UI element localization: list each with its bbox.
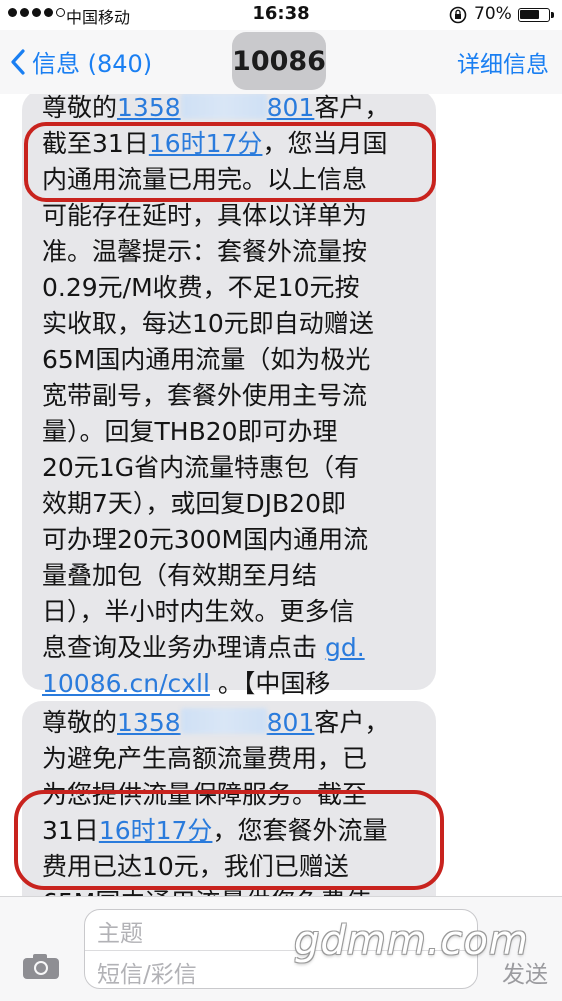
camera-icon[interactable] bbox=[22, 952, 60, 980]
message-line: 量叠加包（有效期至月结 bbox=[42, 561, 318, 590]
message-line: 0.29元/M收费，不足10元按 bbox=[42, 273, 360, 302]
message-line: 为避免产生高额流量费用，已 bbox=[42, 744, 368, 773]
message-line: 宽带副号，套餐外使用主号流 bbox=[42, 381, 368, 410]
rotation-lock-icon bbox=[449, 6, 467, 24]
message-line: 65M国内通用流量供您免费使 bbox=[42, 885, 418, 896]
redacted-number bbox=[180, 708, 267, 734]
url-link[interactable]: gd. bbox=[325, 633, 365, 662]
message-line: 尊敬的1358 801客户， bbox=[42, 94, 390, 122]
message-line: 可办理20元300M国内通用流 bbox=[42, 525, 369, 554]
message-line: 实收取，每达10元即自动赠送 bbox=[42, 309, 374, 338]
details-button[interactable]: 详细信息 bbox=[457, 45, 549, 79]
message-list[interactable]: 尊敬的1358 801客户， 截至31日16时17分，您当月国 内通用流量已用完。… bbox=[0, 94, 562, 896]
redacted-number bbox=[180, 94, 267, 119]
battery-icon bbox=[518, 8, 554, 22]
back-label: 信息 (840) bbox=[32, 50, 153, 78]
time-link[interactable]: 16时17分 bbox=[99, 816, 213, 845]
message-line: 截至31日16时17分，您当月国 bbox=[42, 129, 388, 158]
url-link[interactable]: 10086.cn/cxll bbox=[42, 669, 210, 698]
message-line: 准。温馨提示：套餐外流量按 bbox=[42, 237, 368, 266]
message-line: 31日16时17分，您套餐外流量 bbox=[42, 816, 388, 845]
chevron-left-icon bbox=[11, 48, 25, 75]
time-link[interactable]: 16时17分 bbox=[149, 129, 263, 158]
message-line: 内通用流量已用完。以上信息 bbox=[42, 165, 368, 194]
message-line: 费用已达10元，我们已赠送 bbox=[42, 852, 349, 881]
status-bar: 中国移动 16:38 70% bbox=[0, 0, 562, 30]
body-field[interactable]: 短信/彩信 bbox=[97, 955, 197, 989]
phone-link[interactable]: 1358 801 bbox=[117, 708, 314, 737]
message-line: 尊敬的1358 801客户， bbox=[42, 708, 390, 737]
watermark: gdmm.com bbox=[294, 918, 529, 964]
message-line: 为您提供流量保障服务。截至 bbox=[42, 780, 368, 809]
phone-link[interactable]: 1358 801 bbox=[117, 94, 314, 122]
message-line: 日），半小时内生效。更多信 bbox=[42, 597, 355, 626]
subject-field[interactable]: 主题 bbox=[97, 914, 143, 948]
message-bubble[interactable]: 尊敬的1358 801客户， 截至31日16时17分，您当月国 内通用流量已用完。… bbox=[22, 94, 436, 734]
message-line: 20元1G省内流量特惠包（有 bbox=[42, 453, 360, 482]
message-line: 效期7天），或回复DJB20即 bbox=[42, 489, 346, 518]
back-button[interactable]: 信息 (840) bbox=[10, 44, 152, 79]
message-line: 量）。回复THB20即可办理 bbox=[42, 417, 338, 446]
navigation-bar: 信息 (840) 10086 详细信息 bbox=[0, 30, 562, 94]
message-line: 可能存在延时，具体以详单为 bbox=[42, 201, 368, 230]
message-line: 10086.cn/cxll 。【中国移 bbox=[42, 669, 331, 698]
battery-fill bbox=[520, 10, 539, 19]
message-line: 息查询及业务办理请点击 gd. bbox=[42, 633, 365, 662]
message-bubble[interactable]: 尊敬的1358 801客户， 为避免产生高额流量费用，已 为您提供流量保障服务。截… bbox=[22, 701, 436, 896]
battery-percent: 70% bbox=[474, 4, 512, 24]
message-line: 65M国内通用流量（如为极光 bbox=[42, 345, 371, 374]
contact-title[interactable]: 10086 bbox=[232, 32, 326, 90]
